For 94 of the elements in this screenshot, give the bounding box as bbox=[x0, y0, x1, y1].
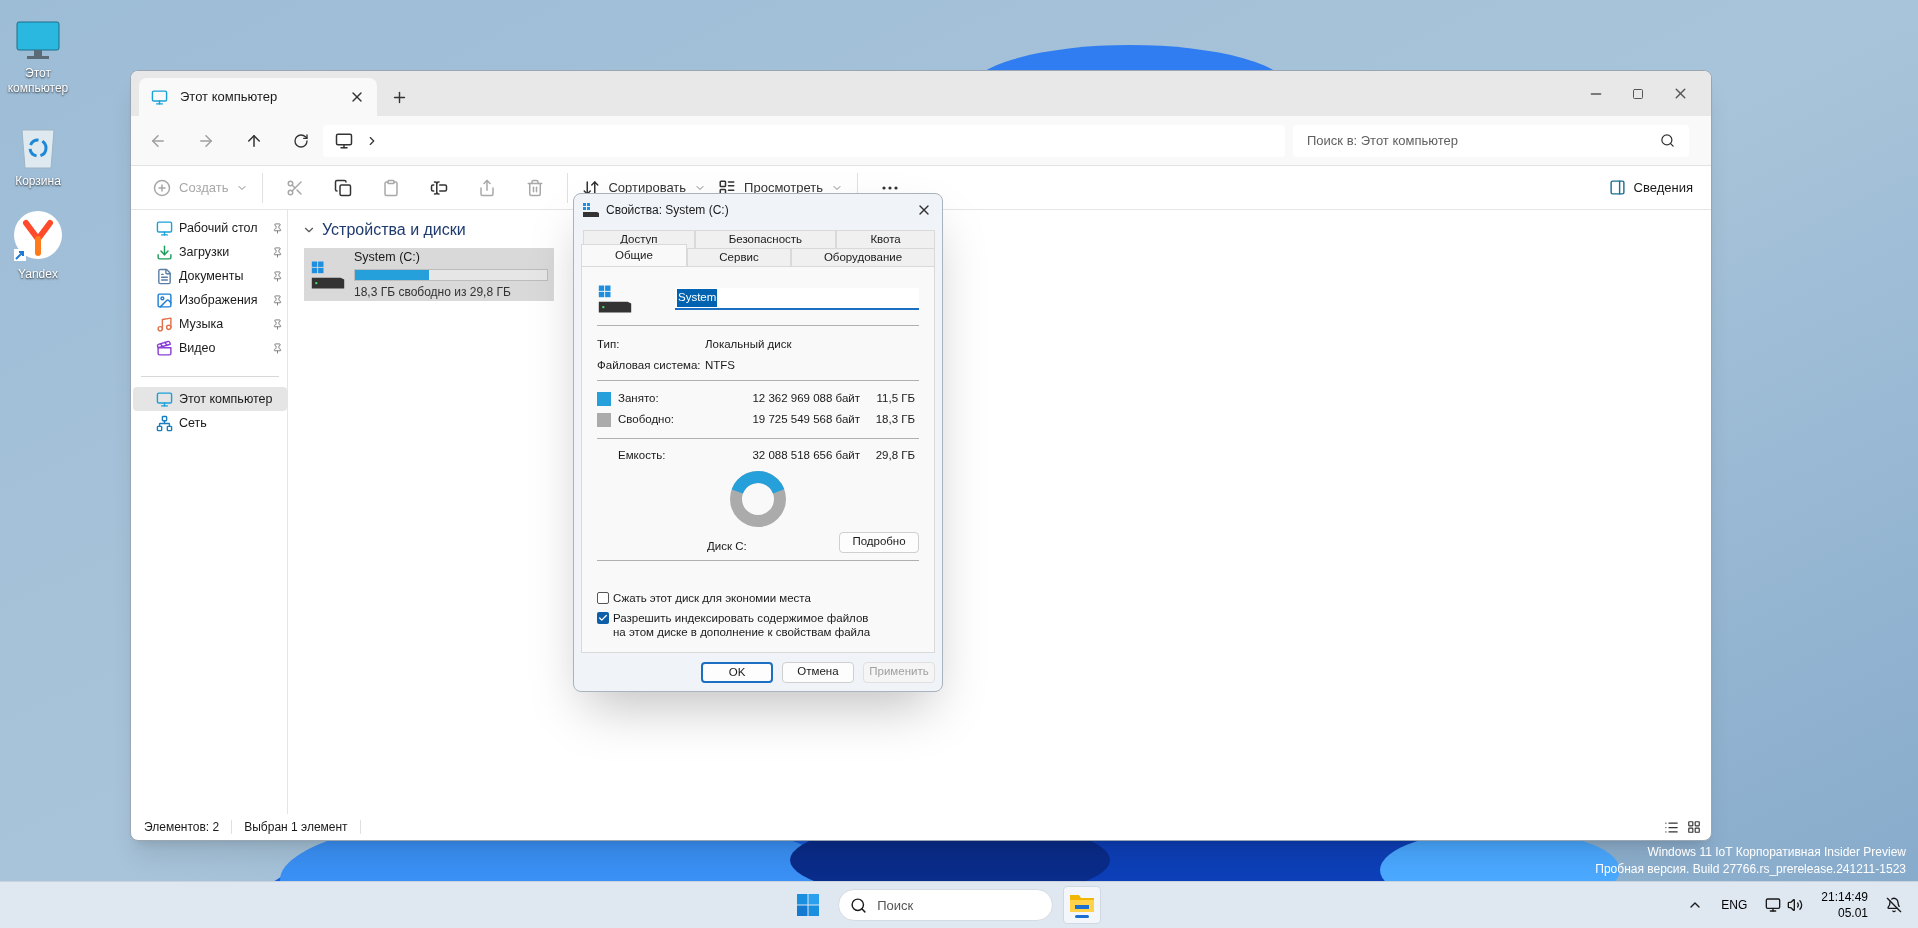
bytes-value: 12 362 969 088 байт bbox=[751, 390, 860, 406]
window-tab[interactable]: Этот компьютер bbox=[139, 78, 377, 116]
paste-icon bbox=[382, 178, 401, 197]
download-icon bbox=[156, 243, 173, 261]
disk-label: Диск C: bbox=[707, 539, 748, 555]
dialog-tab[interactable]: Сервис bbox=[687, 248, 791, 266]
sidebar-item[interactable]: Рабочий стол bbox=[133, 216, 287, 240]
pin-icon bbox=[272, 246, 283, 258]
size-value: 18,3 ГБ bbox=[874, 411, 916, 427]
name-value: System bbox=[677, 289, 718, 307]
notification-icon[interactable] bbox=[1886, 897, 1902, 913]
folder-icon bbox=[1069, 892, 1096, 914]
property-label: Занято: bbox=[618, 390, 660, 406]
browser-icon bbox=[12, 211, 64, 263]
pin-icon bbox=[272, 222, 283, 234]
option-label: Сжать этот диск для экономии места bbox=[613, 591, 812, 605]
free-space-text: 18,3 ГБ свободно из 29,8 ГБ bbox=[354, 283, 512, 301]
name-field[interactable]: System bbox=[675, 288, 919, 310]
bytes-value: 32 088 518 656 байт bbox=[751, 447, 860, 463]
pin-icon bbox=[272, 318, 283, 330]
add-icon bbox=[153, 178, 171, 197]
property-label: Свободно: bbox=[618, 411, 676, 427]
checkbox[interactable] bbox=[597, 612, 609, 624]
rename-icon bbox=[430, 178, 449, 197]
pin-icon bbox=[272, 342, 283, 354]
dialog-tab[interactable]: Квота bbox=[836, 230, 935, 248]
dialog-button[interactable]: OK bbox=[701, 661, 773, 683]
volume-icon[interactable] bbox=[1787, 897, 1804, 913]
document-icon bbox=[156, 267, 173, 285]
dialog-tab[interactable]: Безопасность bbox=[694, 230, 837, 248]
sidebar-item[interactable]: Загрузки bbox=[133, 240, 287, 264]
property-value: NTFS bbox=[705, 357, 736, 373]
desktop-icon bbox=[156, 219, 173, 237]
clock[interactable]: 21:14:49 05.01 bbox=[1821, 889, 1868, 921]
sidebar-item[interactable]: Документы bbox=[133, 264, 287, 288]
os-notice-text: Windows 11 IoT Корпоративная Insider Preview bbox=[1647, 844, 1906, 861]
trash-icon bbox=[526, 178, 545, 197]
selection-count: Выбран 1 элемент bbox=[244, 819, 348, 836]
computer-icon bbox=[335, 131, 353, 150]
dialog-title: Свойства: System (C:) bbox=[606, 202, 730, 219]
property-label: Емкость: bbox=[618, 447, 667, 463]
details-button[interactable]: Подробно bbox=[839, 531, 919, 553]
dialog-button[interactable]: Отмена bbox=[782, 661, 854, 683]
more-icon bbox=[882, 185, 898, 190]
dialog-tab[interactable]: Оборудование bbox=[791, 248, 935, 266]
recycle-bin-icon bbox=[18, 126, 58, 170]
search-icon[interactable] bbox=[1660, 132, 1675, 148]
os-notice-text: Пробная версия. Build 27766.rs_prerelease.241211-1523 bbox=[1595, 861, 1906, 878]
size-value: 29,8 ГБ bbox=[874, 447, 916, 463]
details-pane-icon bbox=[1608, 179, 1626, 196]
sidebar-item[interactable]: Сеть bbox=[133, 411, 287, 435]
search-field[interactable]: Поиск в: Этот компьютер bbox=[1293, 124, 1689, 157]
pin-icon bbox=[272, 270, 283, 282]
checkbox[interactable] bbox=[597, 592, 609, 604]
maximize-icon[interactable] bbox=[1632, 87, 1644, 100]
cut-icon bbox=[286, 178, 305, 197]
drive-icon bbox=[597, 283, 633, 315]
bytes-value: 19 725 549 568 байт bbox=[751, 411, 860, 427]
search-icon[interactable] bbox=[850, 897, 868, 914]
item-count: Элементов: 2 bbox=[144, 819, 220, 836]
copy-icon bbox=[334, 178, 353, 197]
refresh-icon[interactable] bbox=[293, 132, 309, 149]
computer-icon bbox=[156, 390, 173, 408]
sidebar-item[interactable]: Изображения bbox=[133, 288, 287, 312]
search-field[interactable]: Поиск bbox=[838, 889, 1054, 921]
start-icon[interactable] bbox=[796, 893, 821, 917]
computer-icon bbox=[151, 88, 168, 106]
share-icon bbox=[478, 178, 497, 197]
disk-usage-donut bbox=[729, 470, 787, 528]
tiles-view-icon[interactable] bbox=[1687, 819, 1701, 834]
details-view-icon[interactable] bbox=[1664, 819, 1679, 835]
monitor-icon bbox=[15, 20, 61, 62]
sidebar-item[interactable]: Видео bbox=[133, 336, 287, 360]
option-label: Разрешить индексировать содержимое файлов на этом диске в дополнение к свойствам файла bbox=[613, 611, 872, 639]
music-icon bbox=[156, 315, 173, 333]
dialog-tab[interactable]: Общие bbox=[581, 244, 687, 266]
property-label: Файловая система: bbox=[597, 357, 702, 373]
image-icon bbox=[156, 291, 173, 309]
section-header[interactable]: Устройства и диски bbox=[302, 218, 466, 242]
sidebar-item[interactable]: Музыка bbox=[133, 312, 287, 336]
drive-name: System (C:) bbox=[354, 249, 421, 267]
sidebar-item[interactable]: Этот компьютер bbox=[133, 387, 287, 411]
language-indicator[interactable]: ENG bbox=[1721, 896, 1748, 914]
tab-title: Этот компьютер bbox=[180, 88, 279, 107]
check-icon bbox=[598, 613, 608, 623]
size-value: 11,5 ГБ bbox=[875, 390, 916, 406]
property-label: Тип: bbox=[597, 336, 621, 352]
details-button[interactable]: Сведения bbox=[1608, 177, 1693, 198]
drive-tile[interactable]: System (C:) 18,3 ГБ свободно из 29,8 ГБ bbox=[304, 248, 554, 301]
pin-icon bbox=[272, 294, 283, 306]
drive-icon bbox=[582, 202, 600, 218]
property-value: Локальный диск bbox=[705, 336, 792, 352]
taskbar-app[interactable] bbox=[1063, 886, 1102, 924]
video-icon bbox=[156, 339, 173, 357]
